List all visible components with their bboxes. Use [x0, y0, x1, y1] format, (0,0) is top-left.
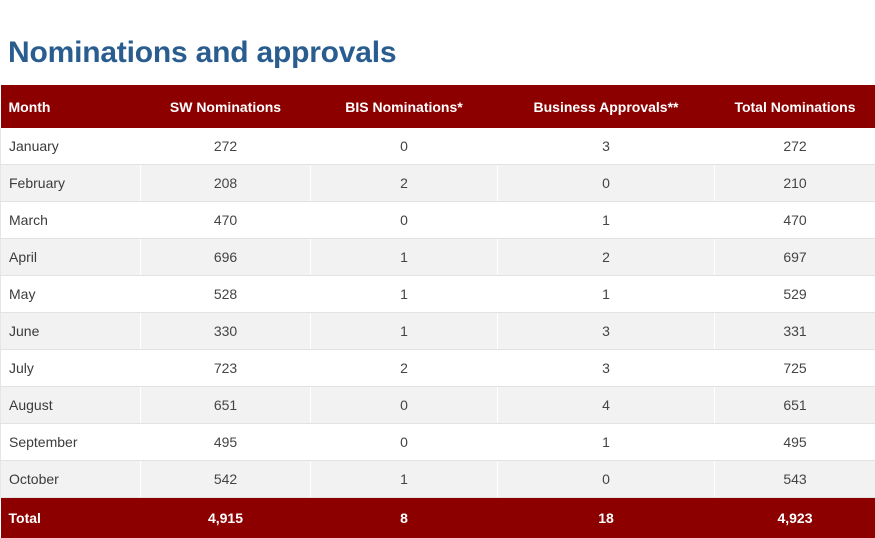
cell-total-total-nominations: 4,923 — [714, 497, 875, 538]
cell-total-nominations: 651 — [714, 386, 875, 424]
cell-business-approvals: 2 — [497, 238, 715, 276]
table-row: June 330 1 3 331 — [0, 312, 875, 350]
table-body: January 272 0 3 272 February 208 2 0 210… — [0, 128, 875, 538]
cell-month: October — [0, 460, 141, 498]
cell-business-approvals: 3 — [497, 349, 715, 387]
cell-total-nominations: 697 — [714, 238, 875, 276]
cell-business-approvals: 3 — [497, 128, 715, 165]
table-row: February 208 2 0 210 — [0, 164, 875, 202]
cell-bis-nominations: 0 — [310, 201, 498, 239]
cell-total-bis-nominations: 8 — [310, 497, 498, 538]
cell-business-approvals: 1 — [497, 423, 715, 461]
cell-month: May — [0, 275, 141, 313]
column-header-total-nominations: Total Nominations — [714, 85, 875, 128]
cell-total-nominations: 210 — [714, 164, 875, 202]
table-header: Month SW Nominations BIS Nominations* Bu… — [0, 85, 875, 128]
cell-business-approvals: 1 — [497, 275, 715, 313]
table-row: July 723 2 3 725 — [0, 349, 875, 387]
cell-bis-nominations: 1 — [310, 312, 498, 350]
cell-business-approvals: 0 — [497, 460, 715, 498]
nominations-table-container: Month SW Nominations BIS Nominations* Bu… — [0, 85, 875, 538]
cell-sw-nominations: 528 — [140, 275, 311, 313]
cell-bis-nominations: 0 — [310, 128, 498, 165]
page-root: Nominations and approvals Month SW Nomin… — [0, 0, 875, 538]
cell-sw-nominations: 208 — [140, 164, 311, 202]
cell-total-nominations: 470 — [714, 201, 875, 239]
page-title: Nominations and approvals — [8, 36, 397, 70]
cell-month: August — [0, 386, 141, 424]
cell-total-nominations: 543 — [714, 460, 875, 498]
cell-month: January — [0, 128, 141, 165]
cell-month: February — [0, 164, 141, 202]
table-row: October 542 1 0 543 — [0, 460, 875, 498]
cell-sw-nominations: 495 — [140, 423, 311, 461]
cell-bis-nominations: 1 — [310, 460, 498, 498]
cell-sw-nominations: 272 — [140, 128, 311, 165]
cell-sw-nominations: 330 — [140, 312, 311, 350]
cell-total-sw-nominations: 4,915 — [140, 497, 311, 538]
cell-sw-nominations: 696 — [140, 238, 311, 276]
column-header-bis-nominations: BIS Nominations* — [310, 85, 498, 128]
table-total-row: Total 4,915 8 18 4,923 — [0, 497, 875, 538]
cell-bis-nominations: 0 — [310, 386, 498, 424]
cell-month: September — [0, 423, 141, 461]
table-row: September 495 0 1 495 — [0, 423, 875, 461]
cell-month: April — [0, 238, 141, 276]
cell-month: July — [0, 349, 141, 387]
cell-total-nominations: 272 — [714, 128, 875, 165]
table-header-row: Month SW Nominations BIS Nominations* Bu… — [0, 85, 875, 128]
cell-bis-nominations: 2 — [310, 349, 498, 387]
cell-business-approvals: 0 — [497, 164, 715, 202]
table-row: January 272 0 3 272 — [0, 128, 875, 165]
table-row: August 651 0 4 651 — [0, 386, 875, 424]
cell-total-nominations: 331 — [714, 312, 875, 350]
cell-bis-nominations: 1 — [310, 275, 498, 313]
cell-total-business-approvals: 18 — [497, 497, 715, 538]
cell-sw-nominations: 651 — [140, 386, 311, 424]
table-row: May 528 1 1 529 — [0, 275, 875, 313]
column-header-month: Month — [0, 85, 141, 128]
cell-month: June — [0, 312, 141, 350]
cell-total-label: Total — [0, 497, 141, 538]
cell-business-approvals: 4 — [497, 386, 715, 424]
cell-bis-nominations: 0 — [310, 423, 498, 461]
cell-month: March — [0, 201, 141, 239]
cell-sw-nominations: 723 — [140, 349, 311, 387]
cell-total-nominations: 495 — [714, 423, 875, 461]
nominations-and-approvals-table: Month SW Nominations BIS Nominations* Bu… — [0, 85, 875, 538]
cell-total-nominations: 725 — [714, 349, 875, 387]
cell-bis-nominations: 2 — [310, 164, 498, 202]
column-header-business-approvals: Business Approvals** — [497, 85, 715, 128]
cell-total-nominations: 529 — [714, 275, 875, 313]
cell-bis-nominations: 1 — [310, 238, 498, 276]
cell-business-approvals: 3 — [497, 312, 715, 350]
cell-sw-nominations: 470 — [140, 201, 311, 239]
table-row: March 470 0 1 470 — [0, 201, 875, 239]
cell-business-approvals: 1 — [497, 201, 715, 239]
cell-sw-nominations: 542 — [140, 460, 311, 498]
column-header-sw-nominations: SW Nominations — [140, 85, 311, 128]
table-row: April 696 1 2 697 — [0, 238, 875, 276]
